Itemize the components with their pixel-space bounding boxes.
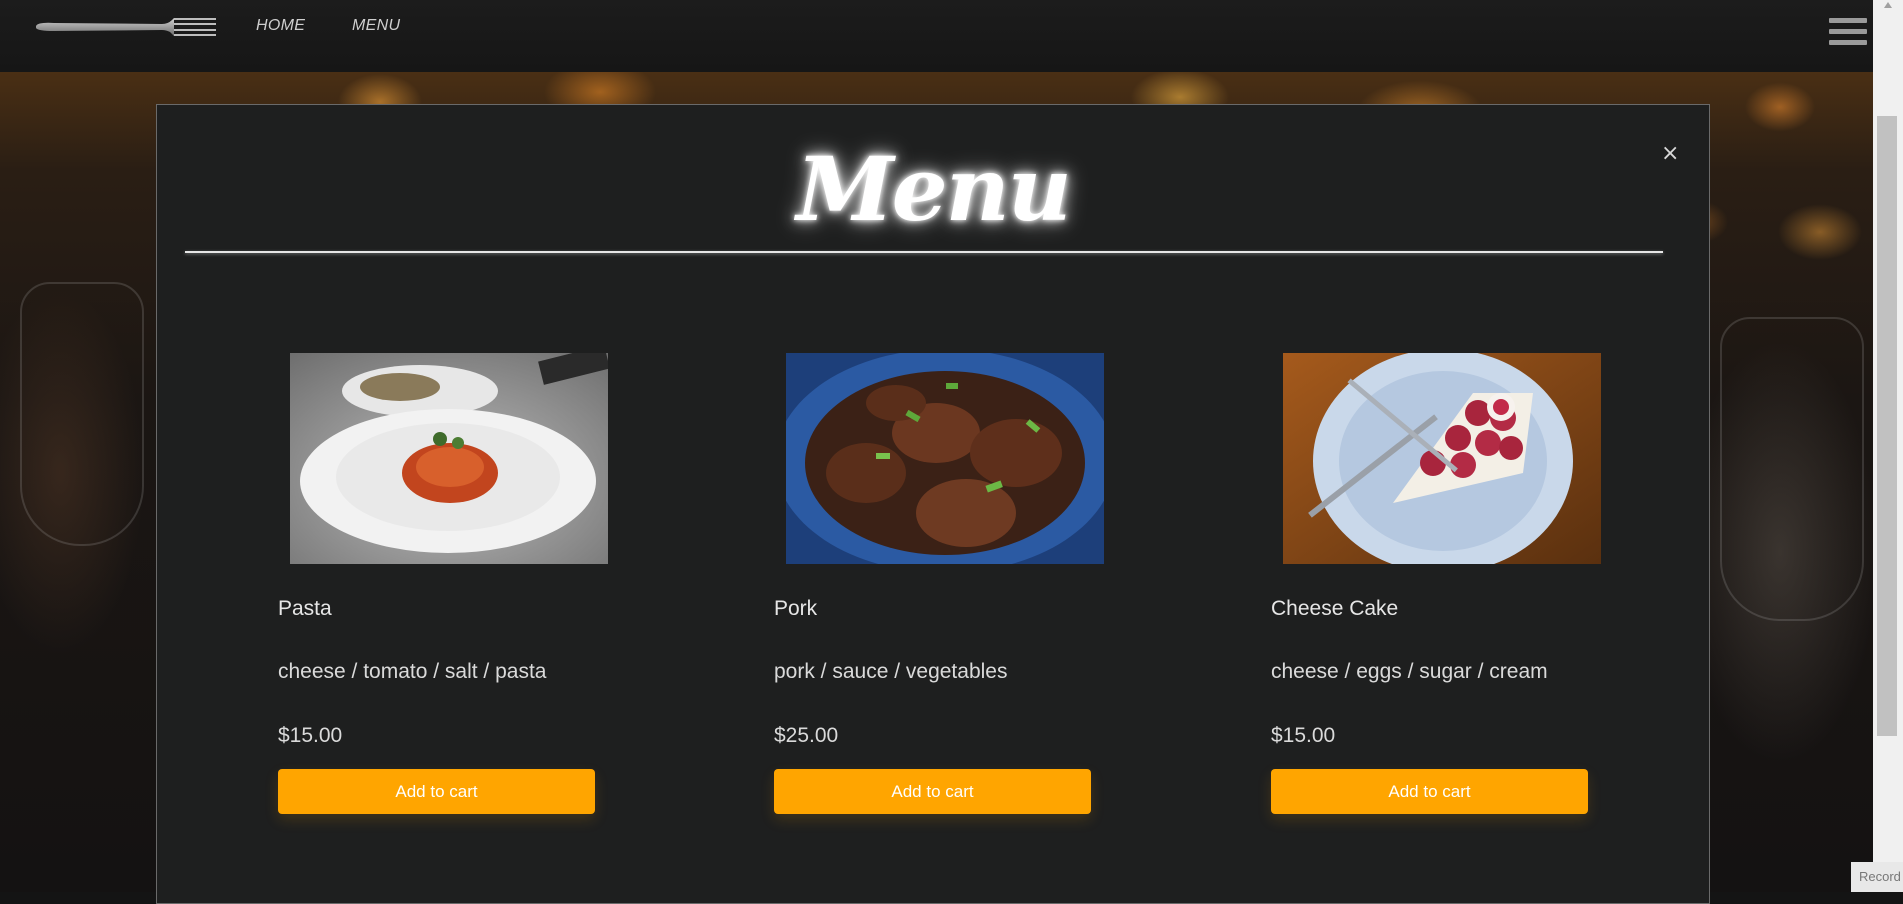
title-divider bbox=[185, 251, 1663, 253]
add-to-cart-button[interactable]: Add to cart bbox=[1271, 769, 1588, 814]
item-name: Pasta bbox=[278, 597, 332, 620]
fork-logo-icon[interactable] bbox=[34, 14, 216, 40]
hamburger-bar bbox=[1829, 18, 1867, 23]
pork-photo bbox=[786, 353, 1104, 564]
hamburger-bar bbox=[1829, 29, 1867, 34]
item-ingredients: cheese / tomato / salt / pasta bbox=[278, 660, 547, 683]
record-button[interactable]: Record bbox=[1851, 862, 1903, 892]
add-to-cart-button[interactable]: Add to cart bbox=[774, 769, 1091, 814]
hamburger-bar bbox=[1829, 40, 1867, 45]
menu-modal: Menu × Pasta cheese / tomato / salt / pa… bbox=[156, 104, 1710, 904]
wine-glass-left bbox=[20, 282, 144, 546]
item-price: $15.00 bbox=[1271, 724, 1336, 747]
hamburger-menu-icon[interactable] bbox=[1829, 18, 1867, 54]
nav-home-link[interactable]: HOME bbox=[256, 17, 305, 35]
modal-title: Menu bbox=[796, 137, 1071, 241]
item-ingredients: pork / sauce / vegetables bbox=[774, 660, 1008, 683]
item-price: $25.00 bbox=[774, 724, 839, 747]
item-ingredients: cheese / eggs / sugar / cream bbox=[1271, 660, 1548, 683]
item-price: $15.00 bbox=[278, 724, 343, 747]
scroll-up-arrow-icon[interactable] bbox=[1884, 2, 1892, 8]
pasta-photo bbox=[290, 353, 608, 564]
top-navigation: HOME MENU bbox=[0, 0, 1873, 72]
item-name: Pork bbox=[774, 597, 818, 620]
nav-menu-link[interactable]: MENU bbox=[352, 17, 400, 35]
scrollbar-thumb[interactable] bbox=[1877, 116, 1897, 736]
wine-glass-right bbox=[1720, 317, 1864, 621]
item-name: Cheese Cake bbox=[1271, 597, 1399, 620]
cheesecake-photo bbox=[1283, 353, 1601, 564]
close-icon[interactable]: × bbox=[1661, 141, 1679, 166]
add-to-cart-button[interactable]: Add to cart bbox=[278, 769, 595, 814]
